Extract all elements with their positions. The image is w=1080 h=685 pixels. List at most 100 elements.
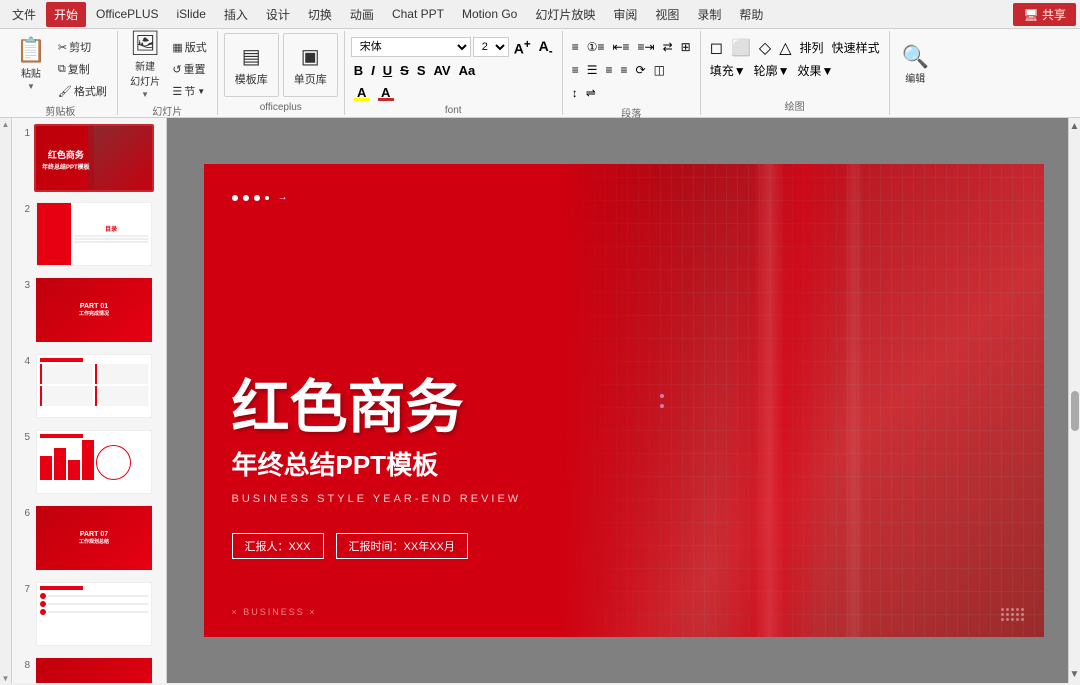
menu-help[interactable]: 帮助 <box>731 2 771 27</box>
font-case-button[interactable]: Aa <box>456 60 479 80</box>
bullet-list-button[interactable]: ≡ <box>569 37 582 57</box>
shadow-button[interactable]: S <box>414 60 429 80</box>
light-bar-2 <box>844 164 864 637</box>
font-color-button[interactable]: A <box>375 83 397 103</box>
menu-chatppt[interactable]: Chat PPT <box>384 3 452 25</box>
scroll-down-arrow[interactable]: ▼ <box>2 674 10 683</box>
align-left-button[interactable]: ≡ <box>569 60 582 80</box>
menu-transition[interactable]: 切换 <box>300 2 340 27</box>
shape-fill-button[interactable]: 填充▼ <box>707 60 749 80</box>
slide-preview-3[interactable]: PART 01工作完成情况 <box>34 276 154 344</box>
align-right-button[interactable]: ≡ <box>602 60 615 80</box>
menu-view[interactable]: 视图 <box>647 2 687 27</box>
increase-font-button[interactable]: A+ <box>511 37 534 57</box>
layout-button[interactable]: ▦ 版式 <box>168 37 210 57</box>
paste-dropdown[interactable]: ▼ <box>27 82 35 91</box>
scroll-thumb[interactable] <box>1071 391 1079 431</box>
menu-islide[interactable]: iSlide <box>169 3 214 25</box>
underline-button[interactable]: U <box>380 60 395 80</box>
scroll-up-arrow[interactable]: ▲ <box>2 120 10 129</box>
indent-increase-button[interactable]: ≡⇥ <box>635 37 658 57</box>
slide-preview-1[interactable]: 红色商务年终总结PPT模板 <box>34 124 154 192</box>
slide-thumb-6[interactable]: 6 PART 07工作规划总结 <box>16 502 162 574</box>
menu-slideshow[interactable]: 幻灯片放映 <box>527 2 603 27</box>
slide-thumb-2[interactable]: 2 目录 <box>16 198 162 270</box>
template-library-button[interactable]: ▤ 模板库 <box>224 33 279 97</box>
indent-decrease-button[interactable]: ⇤≡ <box>609 37 632 57</box>
justify-button[interactable]: ≡ <box>617 60 630 80</box>
slide-thumb-3[interactable]: 3 PART 01工作完成情况 <box>16 274 162 346</box>
slide-preview-8[interactable]: 感谢观看THANK YOU <box>34 656 154 683</box>
copy-label: 复制 <box>68 61 90 77</box>
cut-button[interactable]: ✂ 剪切 <box>54 37 111 57</box>
slide-title-main[interactable]: 红色商务 <box>232 379 464 437</box>
right-scrollbar[interactable]: ▲ ▼ <box>1068 118 1080 683</box>
menu-start[interactable]: 开始 <box>46 2 86 27</box>
slide-preview-2[interactable]: 目录 <box>34 200 154 268</box>
shape-more-button[interactable]: ⬜ <box>728 37 754 57</box>
menu-animation[interactable]: 动画 <box>342 2 382 27</box>
new-slide-dropdown[interactable]: ▼ <box>141 90 149 99</box>
slide-preview-5[interactable] <box>34 428 154 496</box>
clipboard-label: 剪贴板 <box>10 101 111 118</box>
convert-button[interactable]: ⇌ <box>583 83 599 103</box>
menu-record[interactable]: 录制 <box>689 2 729 27</box>
text-direction-button[interactable]: ⟳ <box>633 60 649 80</box>
align-center-button[interactable]: ☰ <box>584 60 601 80</box>
menu-motionGo[interactable]: Motion Go <box>454 3 525 25</box>
slide-thumb-5[interactable]: 5 <box>16 426 162 498</box>
menu-officeplus[interactable]: OfficePLUS <box>88 3 166 25</box>
menu-design[interactable]: 设计 <box>258 2 298 27</box>
search-button[interactable]: 🔍 编辑 <box>896 33 935 97</box>
share-button[interactable]: 🖥 共享 <box>1013 3 1076 26</box>
single-page-library-button[interactable]: ▣ 单页库 <box>283 33 338 97</box>
arrange-button[interactable]: 排列 <box>797 37 827 57</box>
slide-thumb-1[interactable]: 1 红色商务年终总结PPT模板 <box>16 122 162 194</box>
shape-line-button[interactable]: ◇ <box>756 37 774 57</box>
reset-button[interactable]: ↺ 重置 <box>168 59 210 79</box>
paste-button[interactable]: 📋 粘贴 ▼ <box>10 33 52 97</box>
menu-insert[interactable]: 插入 <box>216 2 256 27</box>
line-spacing-button[interactable]: ↕ <box>569 83 581 103</box>
new-slide-button[interactable]: 🖼 新建幻灯片 ▼ <box>124 33 166 97</box>
copy-button[interactable]: ⧉ 复制 <box>54 59 111 79</box>
scroll-down-button[interactable]: ▼ <box>1067 666 1080 683</box>
slide-thumb-8[interactable]: 8 感谢观看THANK YOU <box>16 654 162 683</box>
bold-button[interactable]: B <box>351 60 366 80</box>
slide-preview-7[interactable] <box>34 580 154 648</box>
shape-outline-button[interactable]: 轮廓▼ <box>751 60 793 80</box>
decrease-font-button[interactable]: A- <box>536 37 556 57</box>
menu-review[interactable]: 审阅 <box>605 2 645 27</box>
highlight-color-button[interactable]: A <box>351 83 373 103</box>
slide-title-eng[interactable]: BUSINESS STYLE YEAR-END REVIEW <box>232 493 522 505</box>
colon-decoration <box>660 394 664 408</box>
slide-preview-4[interactable] <box>34 352 154 420</box>
strikethrough-button[interactable]: S <box>397 60 412 80</box>
font-spacing-button[interactable]: AV <box>430 60 453 80</box>
scroll-up-button[interactable]: ▲ <box>1067 118 1080 135</box>
columns-button[interactable]: ⊞ <box>678 37 694 57</box>
slide-dots: → <box>232 192 288 203</box>
presenter-badge[interactable]: 汇报人：XXX <box>232 533 324 559</box>
slide-preview-6[interactable]: PART 07工作规划总结 <box>34 504 154 572</box>
section-button[interactable]: ☰ 节 ▼ <box>168 81 210 101</box>
date-badge[interactable]: 汇报时间：XX年XX月 <box>336 533 468 559</box>
font-name-select[interactable]: 宋体 <box>351 37 471 57</box>
slide-thumb-4[interactable]: 4 <box>16 350 162 422</box>
italic-button[interactable]: I <box>368 60 378 80</box>
menu-file[interactable]: 文件 <box>4 2 44 27</box>
shape-triangle-button[interactable]: △ <box>776 37 794 57</box>
section-dropdown[interactable]: ▼ <box>197 87 205 96</box>
canvas-area[interactable]: → 红色商务 年终总结PPT模板 BUSINESS STYLE YEAR-END… <box>167 118 1080 683</box>
format-brush-button[interactable]: 🖌 格式刷 <box>54 81 111 101</box>
quick-style-button[interactable]: 快速样式 <box>829 37 883 57</box>
rtl-button[interactable]: ⇄ <box>660 37 676 57</box>
layout-icon: ▦ <box>172 41 182 54</box>
smartart-button[interactable]: ◫ <box>651 60 668 80</box>
numbered-list-button[interactable]: ①≡ <box>584 37 608 57</box>
shape-rect-button[interactable]: ◻ <box>707 37 726 57</box>
slide-thumb-7[interactable]: 7 <box>16 578 162 650</box>
slide-title-sub[interactable]: 年终总结PPT模板 <box>232 445 439 482</box>
shape-effect-button[interactable]: 效果▼ <box>795 60 837 80</box>
font-size-select[interactable]: 24 <box>473 37 509 57</box>
